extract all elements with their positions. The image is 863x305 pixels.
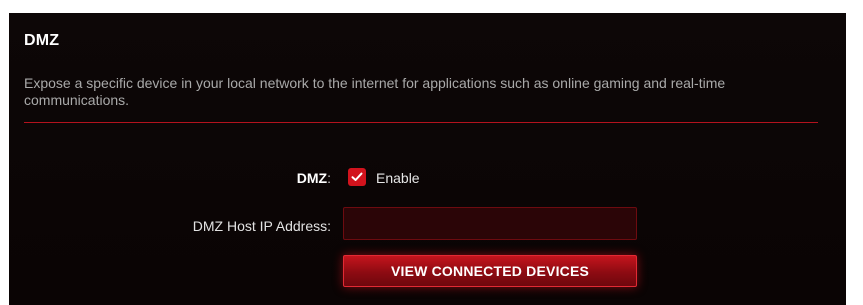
dmz-enable-label[interactable]: Enable <box>376 170 420 186</box>
dmz-host-ip-label: DMZ Host IP Address: <box>192 218 331 234</box>
section-title: DMZ <box>24 32 60 49</box>
dmz-host-ip-input[interactable] <box>343 207 637 240</box>
page-background: DMZ Expose a specific device in your loc… <box>0 0 863 305</box>
dmz-label-text: DMZ <box>296 170 328 186</box>
dmz-field-label: DMZ: <box>297 170 331 186</box>
dmz-label-colon: : <box>327 170 331 186</box>
section-description: Expose a specific device in your local n… <box>24 75 726 108</box>
check-icon <box>351 172 363 181</box>
view-connected-devices-button[interactable]: VIEW CONNECTED DEVICES <box>343 255 637 287</box>
section-divider <box>24 122 818 123</box>
dmz-enable-checkbox[interactable] <box>348 168 366 186</box>
dmz-panel: DMZ Expose a specific device in your loc… <box>9 13 846 305</box>
